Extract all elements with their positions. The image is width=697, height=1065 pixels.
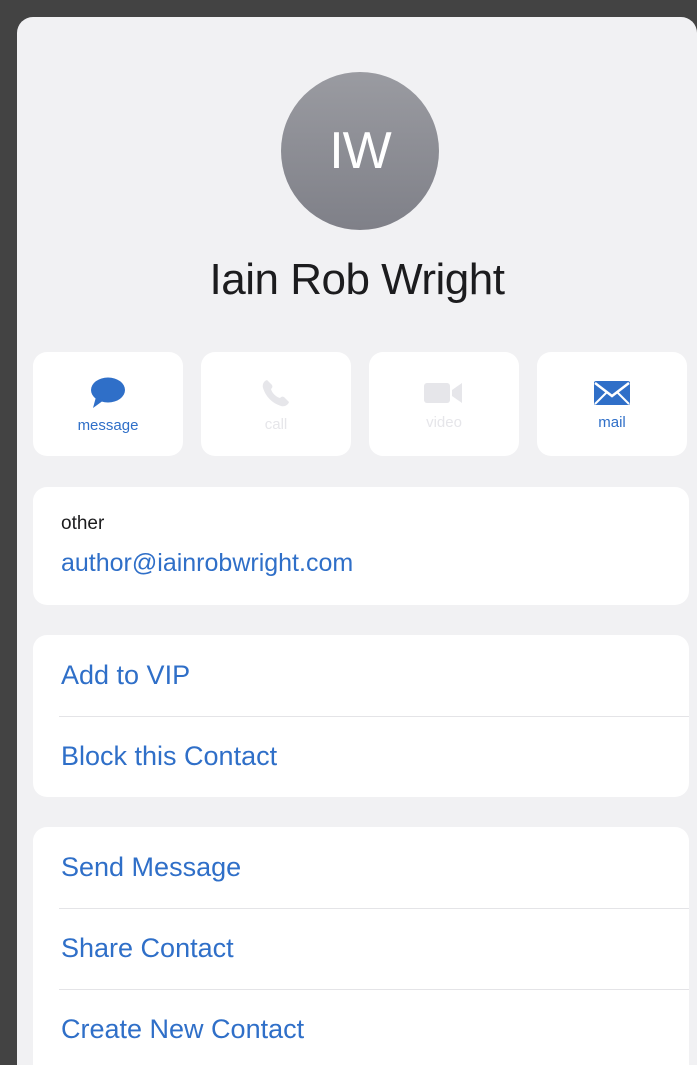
create-new-contact-button[interactable]: Create New Contact xyxy=(33,989,689,1065)
add-to-vip-button[interactable]: Add to VIP xyxy=(33,635,689,716)
contact-card-sheet: IW Iain Rob Wright message call video ma… xyxy=(17,17,697,1065)
call-button[interactable]: call xyxy=(201,352,351,456)
message-label: message xyxy=(77,416,139,434)
video-label: video xyxy=(426,413,462,431)
email-address[interactable]: author@iainrobwright.com xyxy=(61,549,353,578)
call-label: call xyxy=(264,415,288,433)
avatar-initials: IW xyxy=(329,122,392,180)
contact-name: Iain Rob Wright xyxy=(209,255,505,304)
video-button[interactable]: video xyxy=(369,352,519,456)
vip-section: Add to VIP Block this Contact xyxy=(33,635,689,797)
mail-icon xyxy=(594,380,630,405)
mail-label: mail xyxy=(598,413,626,431)
message-button[interactable]: message xyxy=(33,352,183,456)
avatar: IW xyxy=(281,72,439,230)
video-icon xyxy=(424,382,462,403)
message-icon xyxy=(91,377,125,408)
block-contact-button[interactable]: Block this Contact xyxy=(33,716,689,797)
email-field[interactable]: other author@iainrobwright.com xyxy=(33,487,689,605)
quick-actions: message call video mail xyxy=(33,352,687,456)
email-type-label: other xyxy=(61,513,105,534)
share-contact-button[interactable]: Share Contact xyxy=(33,908,689,989)
share-section: Send Message Share Contact Create New Co… xyxy=(33,827,689,1065)
mail-button[interactable]: mail xyxy=(537,352,687,456)
phone-icon xyxy=(262,379,289,406)
send-message-button[interactable]: Send Message xyxy=(33,827,689,908)
